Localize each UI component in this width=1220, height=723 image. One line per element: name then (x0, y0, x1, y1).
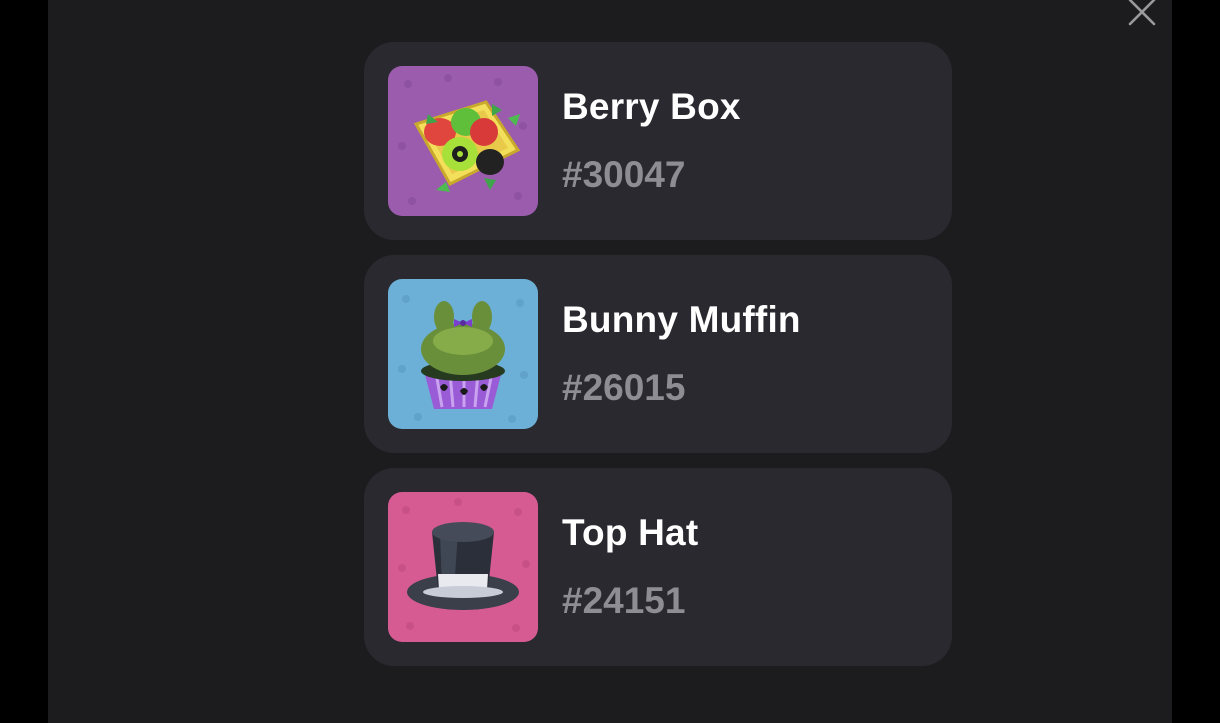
item-title: Top Hat (562, 512, 699, 553)
item-list: Berry Box #30047 Bunny Muffin #26015 Top… (364, 42, 952, 681)
close-icon (1128, 0, 1156, 26)
bunny-muffin-icon (388, 279, 538, 429)
item-number: #24151 (562, 580, 686, 621)
item-number: #26015 (562, 367, 686, 408)
page: Berry Box #30047 Bunny Muffin #26015 Top… (0, 0, 1220, 723)
list-item[interactable]: Bunny Muffin #26015 (364, 255, 952, 453)
item-thumbnail (388, 279, 538, 429)
list-item[interactable]: Berry Box #30047 (364, 42, 952, 240)
list-item[interactable]: Top Hat #24151 (364, 468, 952, 666)
berry-box-icon (388, 66, 538, 216)
close-button[interactable] (1126, 0, 1158, 26)
item-thumbnail (388, 66, 538, 216)
item-title: Bunny Muffin (562, 299, 801, 340)
item-thumbnail (388, 492, 538, 642)
item-number: #30047 (562, 154, 686, 195)
item-title: Berry Box (562, 86, 741, 127)
top-hat-icon (388, 492, 538, 642)
gift-list-dialog: Berry Box #30047 Bunny Muffin #26015 Top… (48, 0, 1172, 723)
